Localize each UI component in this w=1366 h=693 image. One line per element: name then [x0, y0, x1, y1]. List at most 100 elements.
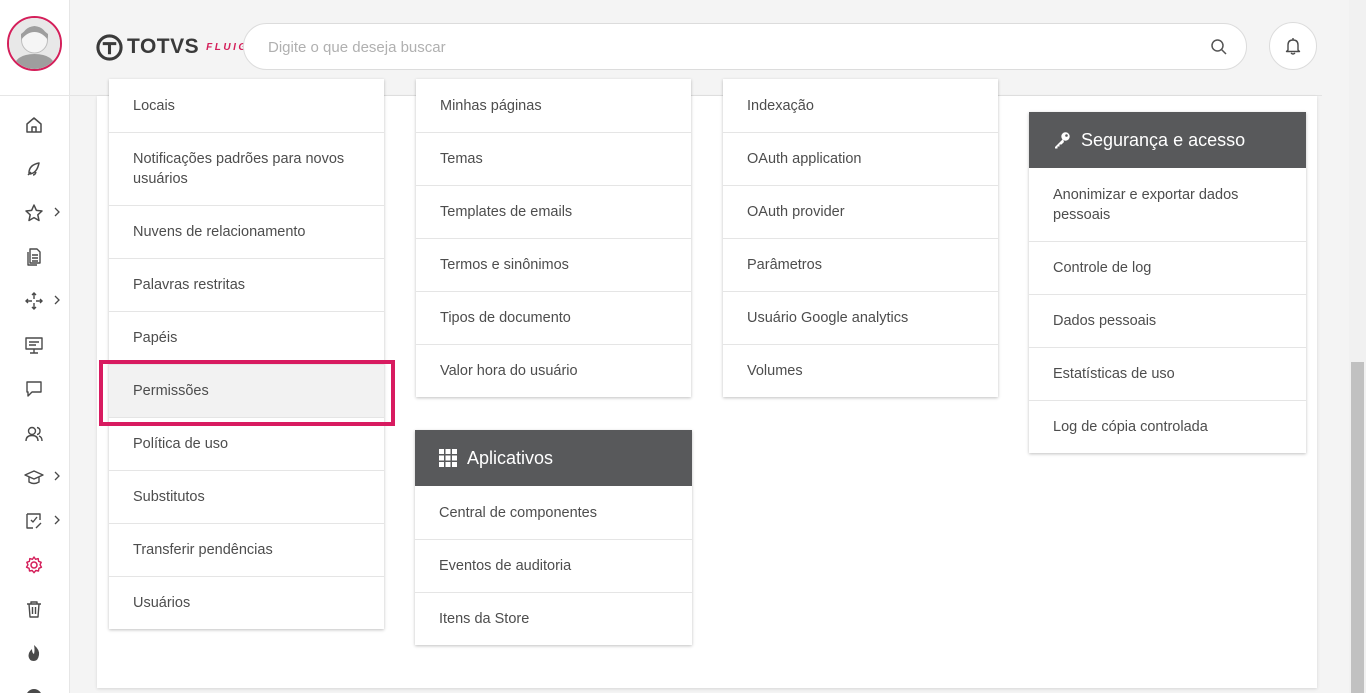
menu-item-google-analytics[interactable]: Usuário Google analytics [723, 291, 998, 344]
card-content-settings: Minhas páginas Temas Templates de emails… [416, 79, 691, 397]
menu-item-label: Notificações padrões para novos usuários [133, 151, 345, 187]
sidebar-item-workflow[interactable] [0, 285, 70, 315]
sidebar-item-settings[interactable] [0, 549, 70, 579]
menu-item-label: Central de componentes [439, 504, 597, 521]
sidebar-item-tasks[interactable] [0, 505, 70, 535]
menu-item-label: Usuários [133, 595, 191, 611]
menu-item-label: Minhas páginas [440, 97, 542, 114]
menu-item-estatisticas-uso[interactable]: Estatísticas de uso [1029, 347, 1306, 400]
menu-item-oauth-application[interactable]: OAuth application [723, 132, 998, 185]
menu-item-permissoes[interactable]: Permissões [109, 364, 384, 417]
menu-item-minhas-paginas[interactable]: Minhas páginas [416, 79, 691, 132]
menu-item-substitutos[interactable]: Substitutos [109, 470, 384, 523]
menu-item-tipos-documento[interactable]: Tipos de documento [416, 291, 691, 344]
menu-item-parametros[interactable]: Parâmetros [723, 238, 998, 291]
menu-item-label: Templates de emails [440, 204, 573, 220]
graduation-cap-icon [24, 470, 44, 485]
menu-item-dados-pessoais[interactable]: Dados pessoais [1029, 294, 1306, 347]
sidebar-item-chat[interactable] [0, 373, 70, 403]
menu-item-politica-de-uso[interactable]: Política de uso [109, 417, 384, 470]
menu-item-oauth-provider[interactable]: OAuth provider [723, 185, 998, 238]
menu-item-label: Volumes [747, 363, 803, 379]
menu-item-volumes[interactable]: Volumes [723, 344, 998, 397]
menu-item-label: Permissões [133, 383, 209, 399]
menu-item-locais[interactable]: Locais [109, 79, 384, 132]
card-title: Aplicativos [467, 447, 554, 468]
info-icon [27, 689, 41, 693]
bell-icon [1285, 38, 1301, 55]
menu-item-label: Parâmetros [747, 257, 822, 273]
sidebar-item-trash[interactable] [0, 593, 70, 623]
sidebar-item-documents[interactable] [0, 241, 70, 271]
menu-item-label: Locais [133, 97, 175, 114]
menu-item-label: Política de uso [133, 436, 229, 452]
menu-item-label: Papéis [133, 330, 178, 346]
menu-item-label: Termos e sinônimos [440, 257, 569, 273]
star-icon [25, 204, 43, 222]
menu-item-papeis[interactable]: Papéis [109, 311, 384, 364]
menu-item-valor-hora[interactable]: Valor hora do usuário [416, 344, 691, 397]
menu-item-itens-store[interactable]: Itens da Store [415, 592, 692, 645]
menu-item-temas[interactable]: Temas [416, 132, 691, 185]
menu-item-label: Log de cópia controlada [1053, 419, 1208, 435]
menu-item-label: Dados pessoais [1053, 313, 1157, 329]
menu-item-label: Valor hora do usuário [440, 363, 578, 379]
user-avatar-icon [9, 18, 60, 69]
menu-item-anonimizar[interactable]: Anonimizar e exportar dados pessoais [1029, 168, 1306, 241]
menu-item-log-copia[interactable]: Log de cópia controlada [1029, 400, 1306, 453]
users-icon [25, 426, 43, 442]
card-header-aplicativos: Aplicativos [415, 430, 692, 486]
sidebar-item-presentation[interactable] [0, 329, 70, 359]
menu-item-nuvens[interactable]: Nuvens de relacionamento [109, 205, 384, 258]
menu-item-notificacoes[interactable]: Notificações padrões para novos usuários [109, 132, 384, 205]
menu-item-label: Indexação [747, 97, 814, 114]
menu-item-label: Eventos de auditoria [439, 558, 572, 574]
grid-icon [439, 449, 457, 467]
menu-item-eventos-auditoria[interactable]: Eventos de auditoria [415, 539, 692, 592]
logo-text: TOTVS [127, 35, 200, 58]
scrollbar-thumb[interactable] [1351, 362, 1364, 693]
trash-icon [27, 601, 41, 618]
sidebar-item-rocket[interactable] [0, 153, 70, 183]
chevron-right-icon [54, 295, 60, 305]
menu-item-templates-emails[interactable]: Templates de emails [416, 185, 691, 238]
menu-item-central-componentes[interactable]: Central de componentes [415, 486, 692, 539]
sidebar-item-more[interactable] [0, 681, 70, 693]
menu-item-indexacao[interactable]: Indexação [723, 79, 998, 132]
sidebar-item-favorites[interactable] [0, 197, 70, 227]
avatar[interactable] [7, 16, 62, 71]
menu-item-controle-log[interactable]: Controle de log [1029, 241, 1306, 294]
menu-item-transferir-pendencias[interactable]: Transferir pendências [109, 523, 384, 576]
menu-item-label: OAuth application [747, 151, 862, 167]
gear-icon [25, 556, 43, 574]
menu-item-label: Substitutos [133, 489, 205, 505]
search-input[interactable] [268, 36, 1168, 58]
search-icon[interactable] [1210, 38, 1228, 56]
sidebar-item-learning[interactable] [0, 461, 70, 491]
card-header-seguranca: Segurança e acesso [1029, 112, 1306, 168]
workflow-icon [25, 292, 43, 310]
card-title: Segurança e acesso [1081, 129, 1246, 150]
notifications-button[interactable] [1269, 22, 1317, 70]
sidebar-item-fire[interactable] [0, 637, 70, 667]
menu-item-label: Nuvens de relacionamento [133, 224, 306, 240]
totvs-fluig-logo[interactable]: TOTVS FLUIG [96, 33, 249, 61]
card-users-settings: Locais Notificações padrões para novos u… [109, 79, 384, 629]
menu-item-usuarios[interactable]: Usuários [109, 576, 384, 629]
scrollbar[interactable] [1349, 0, 1366, 693]
card-seguranca-acesso: Segurança e acesso Anonimizar e exportar… [1029, 112, 1306, 453]
checklist-icon [26, 513, 42, 529]
totvs-logo-icon [96, 33, 123, 61]
sidebar-item-users[interactable] [0, 418, 70, 448]
menu-item-palavras-restritas[interactable]: Palavras restritas [109, 258, 384, 311]
card-aplicativos: Aplicativos Central de componentes Event… [415, 430, 692, 645]
search-bar [243, 23, 1247, 70]
sidebar [0, 0, 70, 693]
menu-item-termos-sinonimos[interactable]: Termos e sinônimos [416, 238, 691, 291]
sidebar-item-home[interactable] [0, 109, 70, 139]
key-icon [1055, 132, 1070, 149]
chevron-right-icon [54, 207, 60, 217]
admin-panel: Locais Notificações padrões para novos u… [97, 79, 1317, 688]
card-system-settings: Indexação OAuth application OAuth provid… [723, 79, 998, 397]
menu-item-label: Temas [440, 151, 483, 167]
